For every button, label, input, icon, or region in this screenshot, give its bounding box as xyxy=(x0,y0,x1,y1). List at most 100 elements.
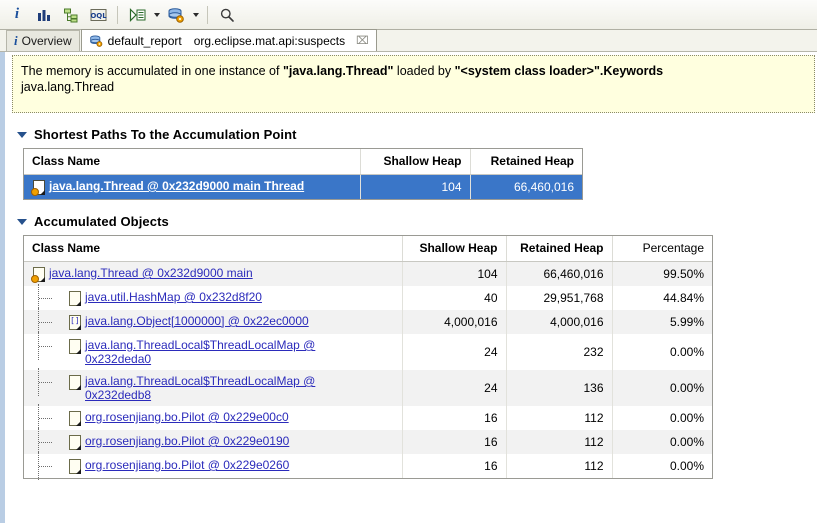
table-header-row: Class Name Shallow Heap Retained Heap Pe… xyxy=(24,236,712,262)
tab-overview[interactable]: i Overview xyxy=(6,30,80,51)
thread-object-icon xyxy=(31,180,45,196)
dominator-tree-icon[interactable] xyxy=(58,2,84,28)
object-link[interactable]: java.util.HashMap @ 0x232d8f20 xyxy=(85,290,262,304)
object-icon xyxy=(68,459,81,474)
cell-class-name[interactable]: org.rosenjiang.bo.Pilot @ 0x229e0190 xyxy=(24,428,403,456)
tab-default-report-sublabel: org.eclipse.mat.api:suspects xyxy=(193,33,346,48)
column-header-retained-heap[interactable]: Retained Heap xyxy=(470,149,582,175)
report-icon xyxy=(89,34,104,48)
table-row[interactable]: org.rosenjiang.bo.Pilot @ 0x229e0260 16 … xyxy=(24,452,712,480)
object-link[interactable]: java.lang.ThreadLocal$ThreadLocalMap @ 0… xyxy=(85,338,335,366)
column-header-retained-heap[interactable]: Retained Heap xyxy=(506,236,613,262)
cell-percentage: 0.00% xyxy=(612,370,712,406)
tree-guide xyxy=(32,404,64,432)
section-title-shortest-paths: Shortest Paths To the Accumulation Point xyxy=(34,127,297,142)
cell-retained-heap: 112 xyxy=(506,406,613,430)
column-header-shallow-heap[interactable]: Shallow Heap xyxy=(360,149,471,175)
section-header-accumulated-objects[interactable]: Accumulated Objects xyxy=(17,214,817,229)
table-row[interactable]: org.rosenjiang.bo.Pilot @ 0x229e00c0 16 … xyxy=(24,404,712,432)
column-header-class-name[interactable]: Class Name xyxy=(24,149,361,175)
cell-percentage: 99.50% xyxy=(612,261,712,286)
object-link[interactable]: org.rosenjiang.bo.Pilot @ 0x229e0260 xyxy=(85,458,289,472)
cell-percentage: 0.00% xyxy=(669,411,704,425)
cell-retained-heap: 112 xyxy=(506,430,613,454)
object-icon xyxy=(68,375,81,390)
cell-class-name[interactable]: java.lang.ThreadLocal$ThreadLocalMap @ 0… xyxy=(24,332,403,370)
tab-default-report[interactable]: default_report org.eclipse.mat.api:suspe… xyxy=(80,29,377,51)
object-icon xyxy=(68,339,81,354)
cell-retained-heap: 136 xyxy=(506,370,613,406)
editor-tab-bar: i Overview default_report org.eclipse.ma… xyxy=(0,29,817,52)
object-link[interactable]: java.lang.ThreadLocal$ThreadLocalMap @ 0… xyxy=(85,374,335,402)
cell-class-name[interactable]: [] java.lang.Object[1000000] @ 0x22ec000… xyxy=(24,308,403,336)
array-object-icon: [] xyxy=(68,315,81,330)
close-icon[interactable]: ⌧ xyxy=(356,35,369,46)
cell-class-name[interactable]: org.rosenjiang.bo.Pilot @ 0x229e00c0 xyxy=(24,404,403,432)
cell-class-name[interactable]: java.lang.ThreadLocal$ThreadLocalMap @ 0… xyxy=(24,368,403,406)
thread-object-icon xyxy=(31,267,45,283)
problem-description: The memory is accumulated in one instanc… xyxy=(12,55,815,113)
tab-overview-label: Overview xyxy=(21,34,72,48)
cell-retained-heap: 66,460,016 xyxy=(470,174,582,199)
cell-retained-heap: 232 xyxy=(506,334,613,370)
info-icon[interactable]: i xyxy=(4,2,30,28)
main-toolbar: i OQL xyxy=(0,0,817,30)
info-icon: i xyxy=(14,33,18,48)
search-icon[interactable] xyxy=(214,2,240,28)
oql-icon[interactable]: OQL xyxy=(85,2,111,28)
cell-retained-heap: 66,460,016 xyxy=(506,261,613,286)
cell-shallow-heap: 16 xyxy=(402,430,507,454)
object-link[interactable]: java.lang.Thread @ 0x232d9000 main xyxy=(49,266,253,280)
table-row[interactable]: java.lang.ThreadLocal$ThreadLocalMap @ 0… xyxy=(24,368,712,406)
cell-percentage: 44.84% xyxy=(663,291,704,305)
description-bold-keywords: .Keywords xyxy=(599,64,664,78)
query-browser-icon[interactable] xyxy=(163,2,189,28)
table-header-row: Class Name Shallow Heap Retained Heap xyxy=(24,149,582,175)
toolbar-separator-2 xyxy=(207,5,208,24)
tree-guide xyxy=(32,284,64,312)
cell-retained-heap: 4,000,016 xyxy=(506,310,613,334)
run-expert-system-dropdown-arrow-icon[interactable] xyxy=(151,4,162,26)
table-row[interactable]: org.rosenjiang.bo.Pilot @ 0x229e0190 16 … xyxy=(24,428,712,456)
cell-shallow-heap: 4,000,016 xyxy=(402,310,507,334)
table-row[interactable]: java.util.HashMap @ 0x232d8f20 40 29,951… xyxy=(24,284,712,312)
run-expert-system-icon[interactable] xyxy=(124,2,150,28)
table-row[interactable]: java.lang.Thread @ 0x232d9000 main 104 6… xyxy=(24,261,712,286)
cell-class-name[interactable]: java.lang.Thread @ 0x232d9000 main Threa… xyxy=(24,174,361,199)
cell-retained-heap: 112 xyxy=(506,454,613,478)
tree-guide xyxy=(32,332,64,360)
column-header-class-name[interactable]: Class Name xyxy=(24,236,403,262)
object-link[interactable]: java.lang.Object[1000000] @ 0x22ec0000 xyxy=(85,314,309,328)
description-keyword-value: java.lang.Thread xyxy=(21,80,115,94)
accumulated-objects-rows: java.lang.Thread @ 0x232d9000 main 104 6… xyxy=(24,261,712,480)
cell-class-name[interactable]: java.util.HashMap @ 0x232d8f20 xyxy=(24,284,403,312)
object-link[interactable]: java.lang.Thread @ 0x232d9000 main Threa… xyxy=(49,179,304,193)
shortest-paths-table: Class Name Shallow Heap Retained Heap ja… xyxy=(24,149,582,199)
section-header-shortest-paths[interactable]: Shortest Paths To the Accumulation Point xyxy=(17,127,817,142)
cell-percentage: 0.00% xyxy=(669,459,704,473)
cell-retained-heap: 29,951,768 xyxy=(506,286,613,310)
object-icon xyxy=(68,411,81,426)
column-header-shallow-heap[interactable]: Shallow Heap xyxy=(402,236,507,262)
table-row[interactable]: java.lang.Thread @ 0x232d9000 main Threa… xyxy=(24,174,582,199)
chevron-down-icon[interactable] xyxy=(17,131,27,138)
description-line1-pre: The memory is accumulated in one instanc… xyxy=(21,64,283,78)
chevron-down-icon[interactable] xyxy=(17,218,27,225)
cell-shallow-heap: 104 xyxy=(360,174,471,199)
object-link[interactable]: org.rosenjiang.bo.Pilot @ 0x229e00c0 xyxy=(85,410,289,424)
table-row[interactable]: java.lang.ThreadLocal$ThreadLocalMap @ 0… xyxy=(24,332,712,370)
query-browser-dropdown-arrow-icon[interactable] xyxy=(190,4,201,26)
cell-class-name[interactable]: org.rosenjiang.bo.Pilot @ 0x229e0260 xyxy=(24,452,403,480)
cell-class-name[interactable]: java.lang.Thread @ 0x232d9000 main xyxy=(24,261,403,286)
accumulated-objects-table: Class Name Shallow Heap Retained Heap Pe… xyxy=(24,236,712,480)
tab-default-report-label: default_report xyxy=(107,33,182,48)
section-title-accumulated-objects: Accumulated Objects xyxy=(34,214,169,229)
cell-shallow-heap: 104 xyxy=(402,261,507,286)
cell-shallow-heap: 16 xyxy=(402,454,507,478)
cell-shallow-heap: 16 xyxy=(402,406,507,430)
table-row[interactable]: [] java.lang.Object[1000000] @ 0x22ec000… xyxy=(24,308,712,336)
object-link[interactable]: org.rosenjiang.bo.Pilot @ 0x229e0190 xyxy=(85,434,289,448)
histogram-icon[interactable] xyxy=(31,2,57,28)
column-header-percentage[interactable]: Percentage xyxy=(612,236,712,262)
description-line1-mid: loaded by xyxy=(393,64,455,78)
